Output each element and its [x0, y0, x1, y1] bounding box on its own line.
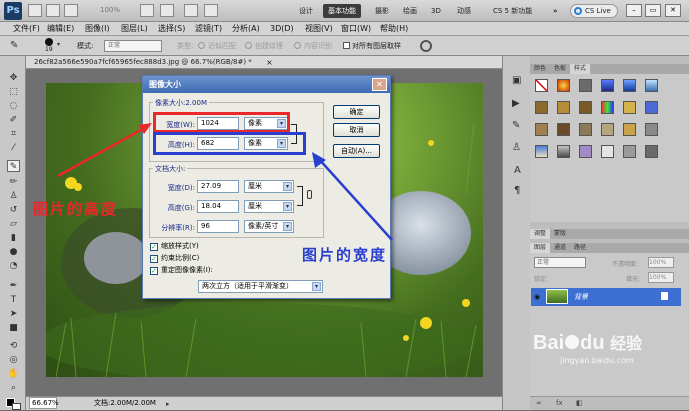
height-annotation-text: 图片的高度 — [33, 200, 119, 218]
baidu-watermark: Bai du 经验 — [533, 330, 642, 355]
jingyan-label: 经验 — [610, 336, 643, 353]
width-annotation-text: 图片的宽度 — [302, 246, 388, 264]
blue-arrow — [312, 152, 393, 241]
red-arrow — [57, 123, 152, 178]
baidu-brand-part1: Bai — [533, 332, 565, 354]
watermark-url: jingyan.baidu.com — [560, 356, 634, 365]
baidu-brand-part2: du — [580, 332, 605, 354]
paw-icon — [565, 335, 580, 349]
